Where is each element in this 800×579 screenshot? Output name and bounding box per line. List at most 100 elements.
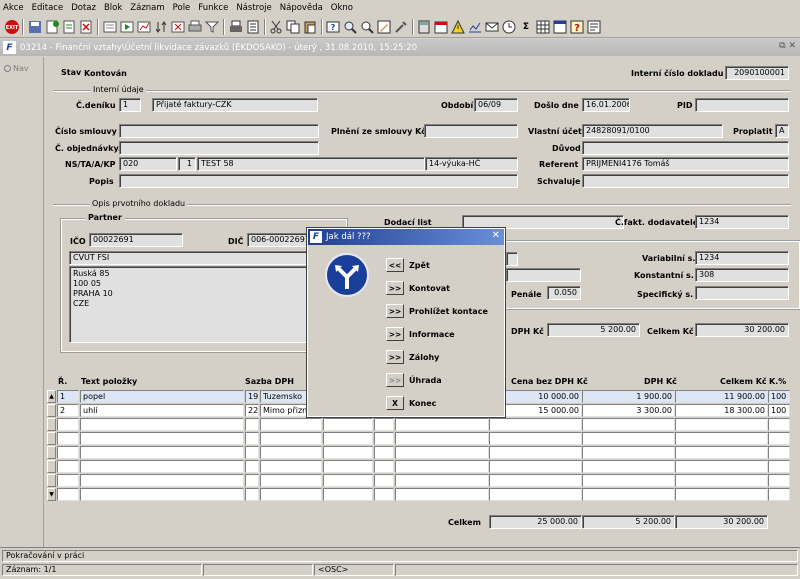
grid-cell[interactable] [57, 432, 79, 445]
ico-field[interactable]: 00022691 [89, 233, 183, 247]
row-marker[interactable] [47, 432, 56, 445]
grid-cell[interactable] [245, 446, 259, 459]
grid-cell[interactable]: 1 900.00 [582, 390, 675, 403]
row-marker[interactable] [47, 460, 56, 473]
grid-cell[interactable] [80, 418, 244, 431]
grid-cell[interactable] [323, 446, 373, 459]
zalohy-button[interactable]: >> [386, 350, 404, 364]
grid-cell[interactable] [323, 418, 373, 431]
grid-cell[interactable]: 3 300.00 [582, 404, 675, 417]
a-field[interactable]: TEST 58 [197, 157, 425, 171]
grid-cell[interactable]: 100 [768, 390, 790, 403]
kp-field[interactable]: 14-výuka-HČ [425, 157, 518, 171]
grid-cell[interactable] [374, 474, 394, 487]
grid-cell[interactable] [582, 432, 675, 445]
nav-button[interactable]: Nav [4, 64, 29, 73]
grid-cell[interactable] [395, 488, 489, 501]
restore-window-icon[interactable]: ⧉ ✕ [779, 41, 796, 51]
menu-zaznam[interactable]: Záznam [130, 3, 164, 13]
specificky-field[interactable] [695, 286, 789, 300]
partner-name-field[interactable]: CVUT FSI [69, 251, 343, 265]
row-marker[interactable] [47, 446, 56, 459]
table-icon[interactable] [535, 19, 551, 35]
grid-cell[interactable] [395, 446, 489, 459]
grid-cell[interactable] [395, 460, 489, 473]
grid-cell[interactable] [395, 418, 489, 431]
partner-address-field[interactable]: Ruská 85 100 05 PRAHA 10 CZE [69, 266, 343, 343]
menu-dotaz[interactable]: Dotaz [71, 3, 96, 13]
print-icon[interactable] [187, 19, 203, 35]
grid-cell[interactable] [374, 418, 394, 431]
grid-cell[interactable] [582, 488, 675, 501]
grid-cell[interactable] [80, 446, 244, 459]
tools-icon[interactable] [393, 19, 409, 35]
graph-icon[interactable] [467, 19, 483, 35]
grid-cell[interactable] [80, 460, 244, 473]
konstantni-field[interactable]: 308 [695, 268, 789, 282]
kontovat-button[interactable]: >> [386, 281, 404, 295]
delete-record-icon[interactable] [78, 19, 94, 35]
schvaluje-field[interactable] [582, 174, 789, 188]
count-query-icon[interactable] [136, 19, 152, 35]
grid-cell[interactable]: 1 [57, 390, 79, 403]
grid-cell[interactable] [675, 446, 768, 459]
celkem-kc-field[interactable]: 30 200.00 [695, 323, 789, 337]
help-icon[interactable]: ? [325, 19, 341, 35]
grid-cell[interactable] [374, 432, 394, 445]
grid-cell[interactable]: 11 900.00 [675, 390, 768, 403]
cdeniku-name-field[interactable]: Přijaté faktury-CZK [152, 98, 318, 112]
grid-cell[interactable] [582, 460, 675, 473]
referent-field[interactable]: PRIJMENI4176 Tomáš [582, 157, 789, 171]
grid-cell[interactable] [260, 474, 322, 487]
row-marker[interactable] [47, 474, 56, 487]
save-icon[interactable] [27, 19, 43, 35]
info-icon[interactable] [586, 19, 602, 35]
grid-cell[interactable] [57, 418, 79, 431]
printer-icon[interactable] [228, 19, 244, 35]
cut-icon[interactable] [268, 19, 284, 35]
grid-cell[interactable] [323, 460, 373, 473]
dph-field[interactable]: 5 200.00 [547, 323, 640, 337]
grid-cell[interactable] [768, 488, 790, 501]
grid-cell[interactable] [260, 488, 322, 501]
grid-cell[interactable] [323, 488, 373, 501]
grid-cell[interactable] [260, 418, 322, 431]
grid-cell[interactable] [489, 418, 582, 431]
splatnost-field[interactable] [506, 268, 581, 282]
doc-number-field[interactable]: 2090100001 [725, 66, 789, 80]
row-marker[interactable]: ▲ [47, 390, 56, 403]
grid-cell[interactable] [675, 460, 768, 473]
grid-cell[interactable] [57, 446, 79, 459]
grid-cell[interactable] [489, 460, 582, 473]
help-question-icon[interactable]: ? [569, 19, 585, 35]
grid-cell[interactable] [323, 432, 373, 445]
prohlizet-button[interactable]: >> [386, 304, 404, 318]
mail-icon[interactable] [484, 19, 500, 35]
grid-cell[interactable] [582, 474, 675, 487]
new-record-icon[interactable] [44, 19, 60, 35]
grid-cell[interactable] [80, 432, 244, 445]
grid-cell[interactable] [489, 488, 582, 501]
edit-icon[interactable] [376, 19, 392, 35]
paste-icon[interactable] [302, 19, 318, 35]
ns-field[interactable]: 020 [119, 157, 177, 171]
calendar-icon[interactable] [433, 19, 449, 35]
sort-icon[interactable] [153, 19, 169, 35]
zoom-icon[interactable] [359, 19, 375, 35]
grid-cell[interactable] [57, 488, 79, 501]
exit-icon[interactable]: EXIT [4, 19, 20, 35]
grid-cell[interactable]: 22 [245, 404, 259, 417]
duvod-field[interactable] [582, 141, 789, 155]
grid-cell[interactable] [374, 488, 394, 501]
menu-okno[interactable]: Okno [331, 3, 353, 13]
grid-cell[interactable] [675, 432, 768, 445]
smlouvy-field[interactable] [119, 124, 319, 138]
grid-cell[interactable] [582, 446, 675, 459]
row-marker[interactable]: ▼ [47, 488, 56, 501]
grid-cell[interactable] [80, 488, 244, 501]
grid-cell[interactable]: 2 [57, 404, 79, 417]
copy-icon[interactable] [285, 19, 301, 35]
grid-cell[interactable] [768, 432, 790, 445]
insert-record-icon[interactable] [61, 19, 77, 35]
obdobi-field[interactable]: 06/09 [474, 98, 518, 112]
